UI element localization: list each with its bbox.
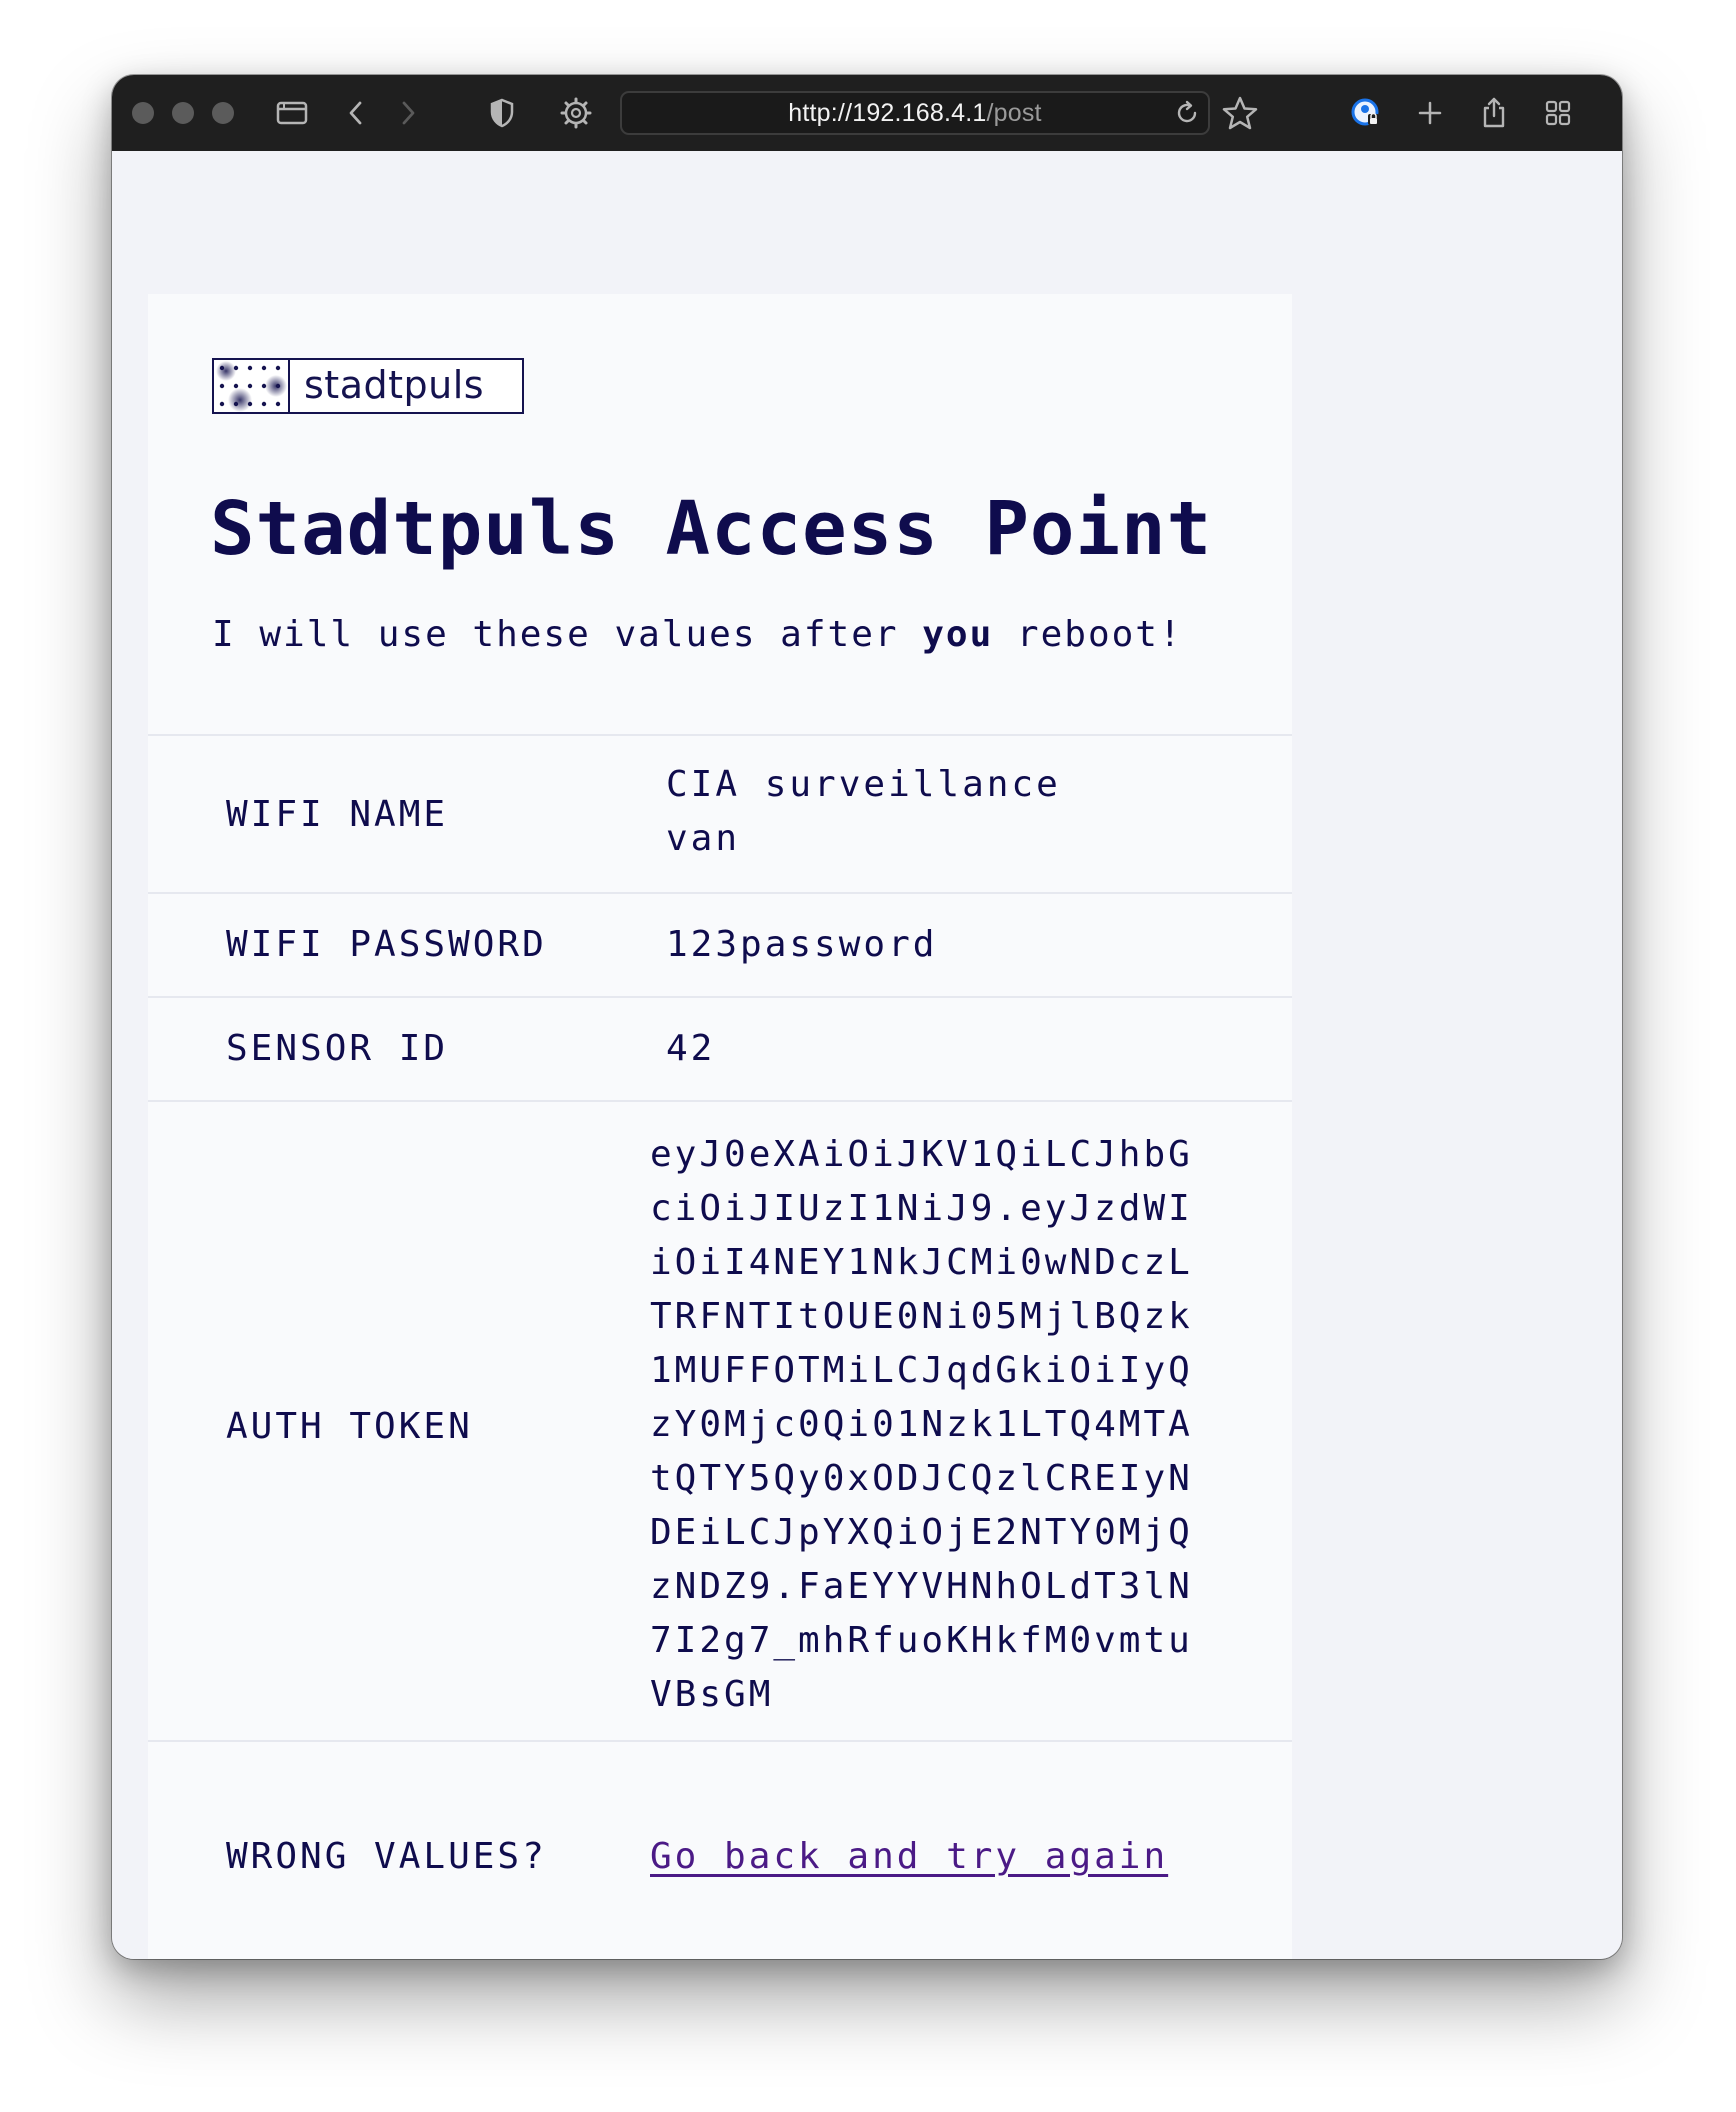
share-icon[interactable] (1472, 91, 1516, 135)
table-row-auth-token: AUTH TOKEN eyJ0eXAiOiJKV1QiLCJhbGciOiJIU… (148, 1100, 1292, 1740)
table-row-wifi-password: WIFI PASSWORD 123password (148, 892, 1292, 996)
extension-icon[interactable] (554, 91, 598, 135)
sensor-id-value: 42 (666, 1028, 716, 1069)
sensor-id-label: SENSOR ID (226, 1028, 449, 1069)
address-text[interactable]: http://192.168.4.1/post (622, 93, 1208, 133)
subtitle-text-after: reboot! (993, 614, 1183, 655)
subtitle-emphasis: you (922, 614, 994, 655)
values-table: WIFI NAME CIA surveillance van WIFI PASS… (148, 734, 1292, 1959)
page-title: Stadtpuls Access Point (210, 486, 1213, 572)
minimize-window-button[interactable] (172, 102, 194, 124)
browser-toolbar: http://192.168.4.1/post (112, 75, 1622, 151)
table-row-sensor-id: SENSOR ID 42 (148, 996, 1292, 1100)
auth-token-value: eyJ0eXAiOiJKV1QiLCJhbGciOiJIUzI1NiJ9.eyJ… (650, 1134, 1193, 1715)
address-bar[interactable]: http://192.168.4.1/post (620, 91, 1210, 135)
tab-overview-icon[interactable] (1536, 91, 1580, 135)
table-row-wrong-values: WRONG VALUES? Go back and try again (148, 1740, 1292, 1959)
content-card: stadtpuls Stadtpuls Access Point I will … (148, 294, 1292, 1959)
logo-wordmark: stadtpuls (304, 363, 485, 407)
close-window-button[interactable] (132, 102, 154, 124)
back-icon[interactable] (334, 91, 378, 135)
sidebar-icon[interactable] (270, 91, 314, 135)
forward-icon[interactable] (386, 91, 430, 135)
go-back-link[interactable]: Go back and try again (650, 1832, 1168, 1882)
page-viewport: stadtpuls Stadtpuls Access Point I will … (112, 151, 1622, 1959)
subtitle-text-before: I will use these values after (212, 614, 923, 655)
wifi-name-value: CIA surveillance van (666, 764, 1061, 859)
zoom-window-button[interactable] (212, 102, 234, 124)
wifi-name-label: WIFI NAME (226, 794, 449, 835)
page-subtitle: I will use these values after you reboot… (212, 612, 1183, 658)
reload-icon[interactable] (1174, 100, 1200, 126)
wrong-values-label: WRONG VALUES? (226, 1836, 547, 1877)
profile-icon[interactable] (1344, 91, 1388, 135)
wifi-password-label: WIFI PASSWORD (226, 924, 547, 965)
bookmark-star-icon[interactable] (1218, 91, 1262, 135)
logo-mark-icon (214, 360, 290, 412)
table-row-wifi-name: WIFI NAME CIA surveillance van (148, 734, 1292, 892)
auth-token-label: AUTH TOKEN (226, 1406, 473, 1447)
new-tab-icon[interactable] (1408, 91, 1452, 135)
shield-icon[interactable] (480, 91, 524, 135)
stadtpuls-logo: stadtpuls (212, 358, 524, 414)
browser-window: http://192.168.4.1/post stadtpuls Stadtp… (112, 75, 1622, 1959)
wifi-password-value: 123password (666, 924, 938, 965)
